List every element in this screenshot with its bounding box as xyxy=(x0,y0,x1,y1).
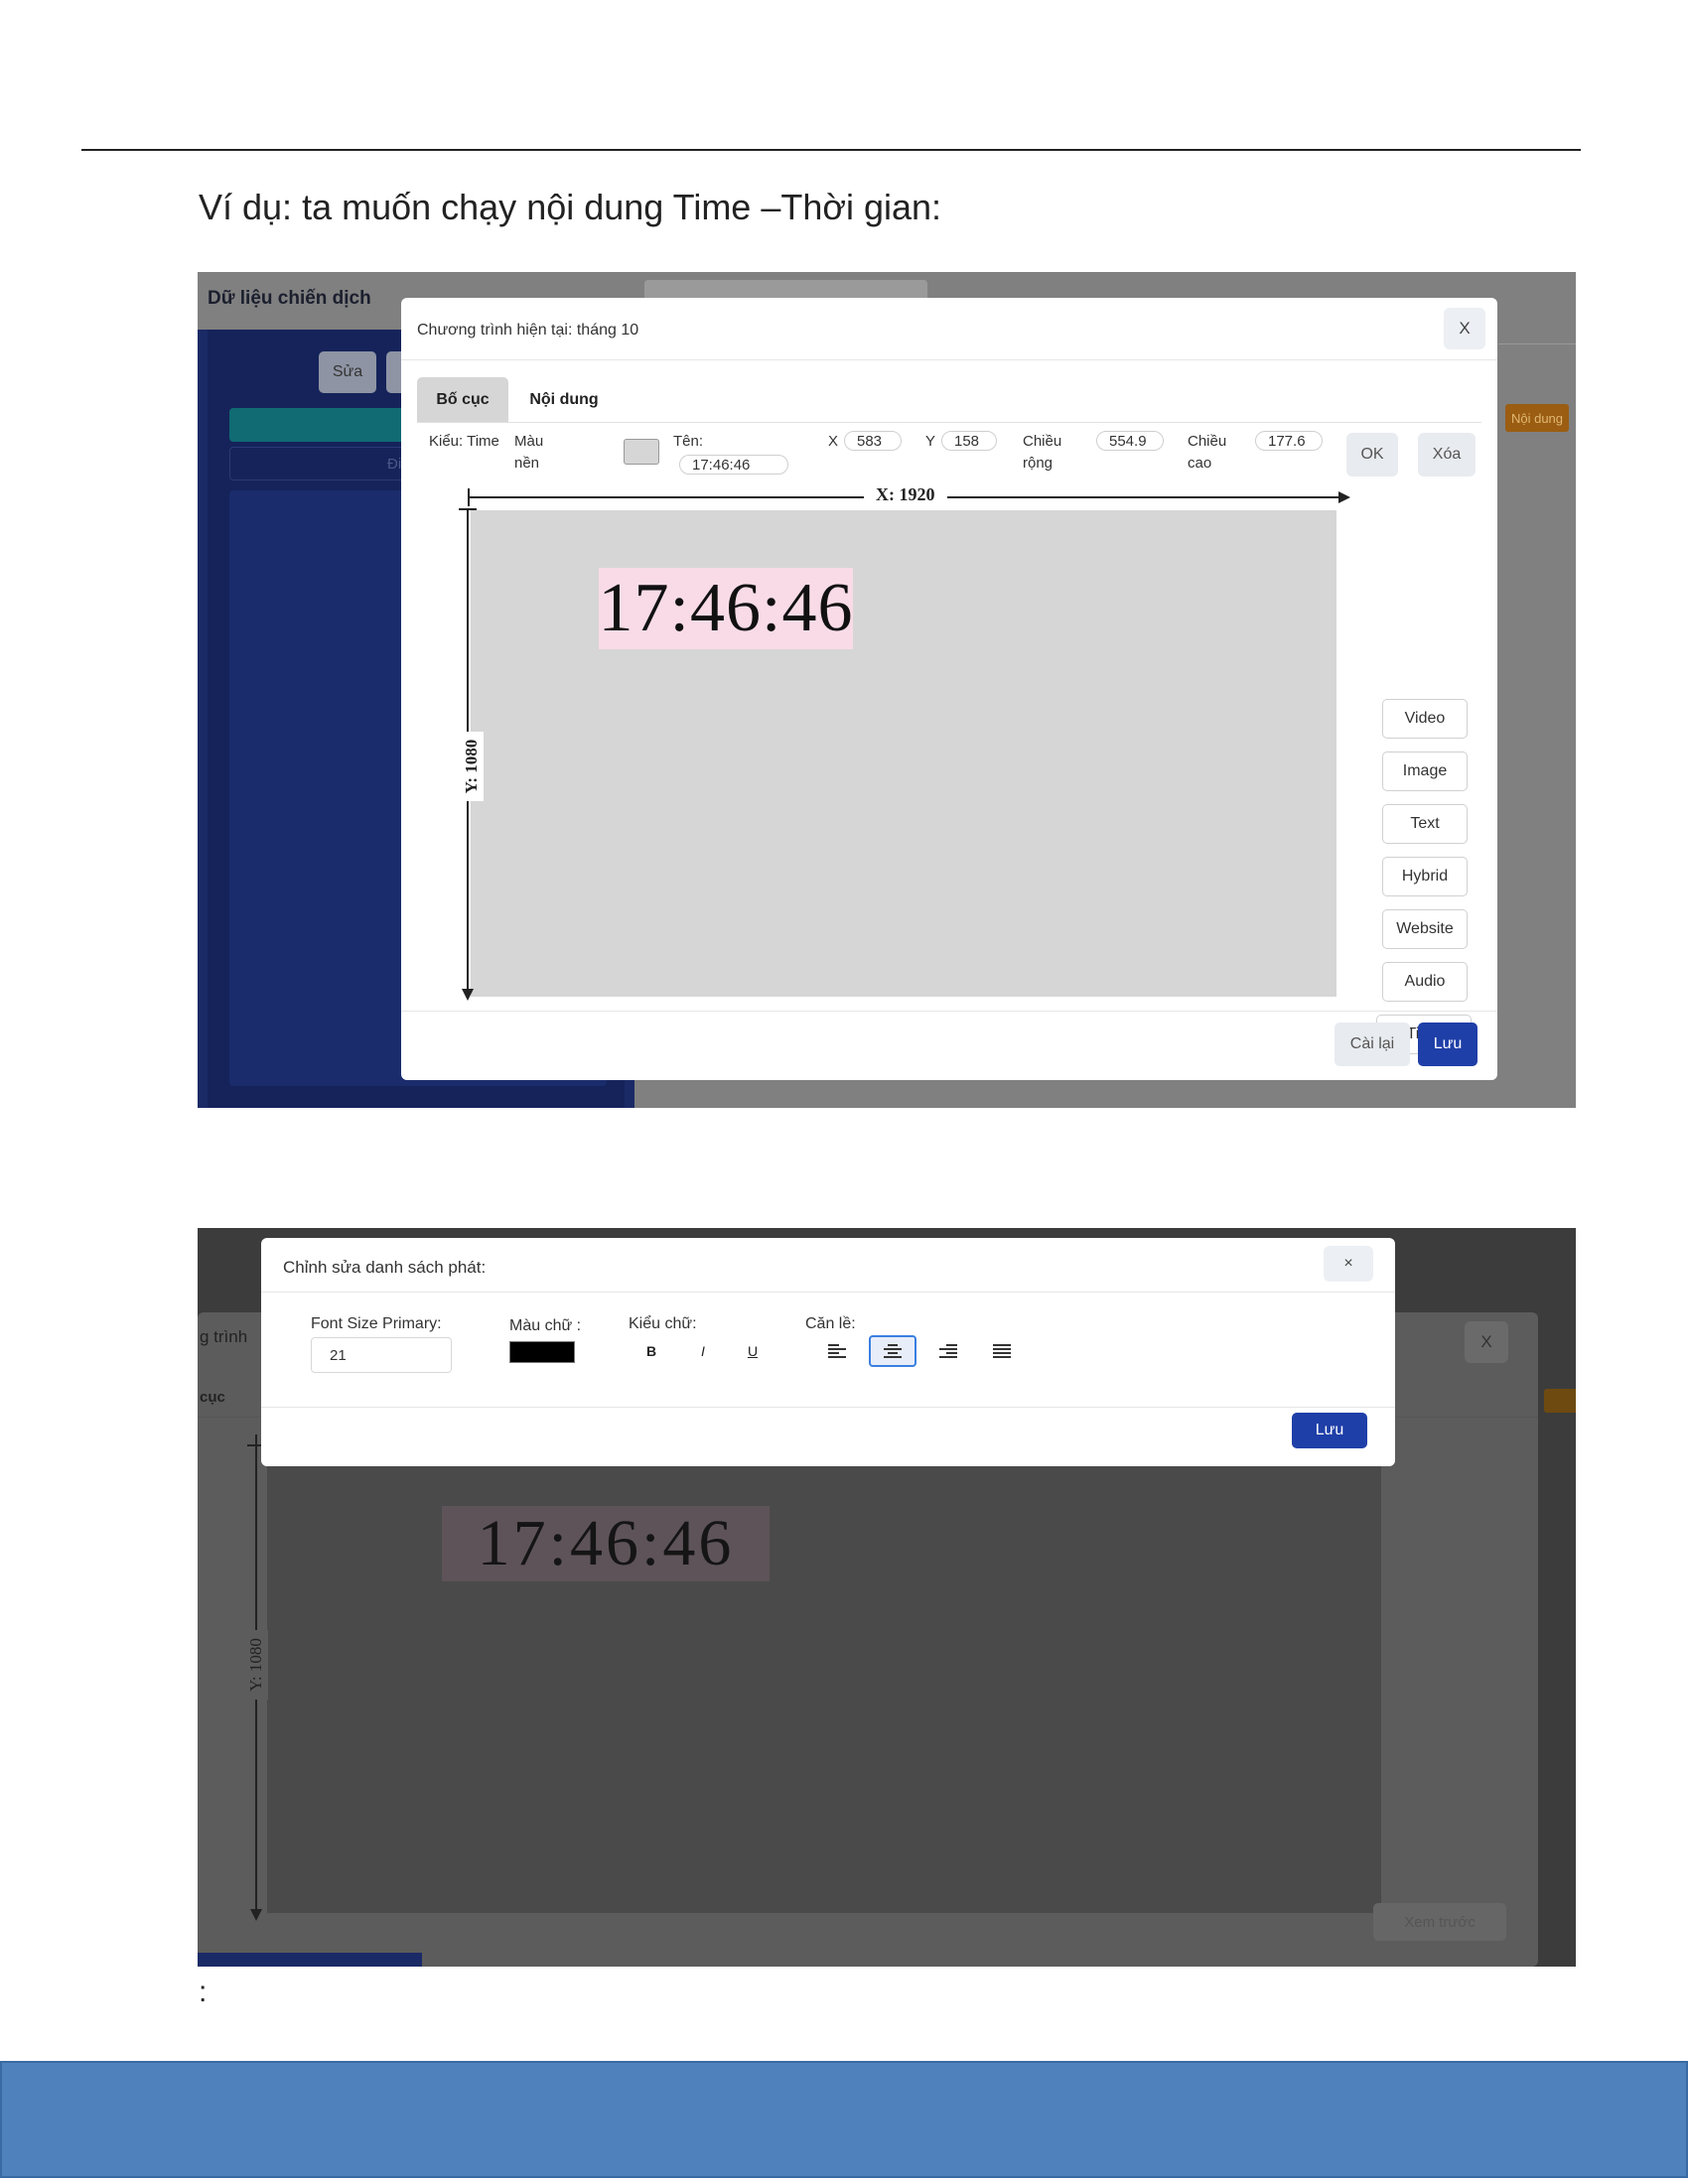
bg-preview-button[interactable]: Xem trước xyxy=(1373,1903,1506,1941)
name-label: Tên: xyxy=(673,433,704,450)
y-label: Y xyxy=(925,433,936,450)
add-hybrid-button[interactable]: Hybrid xyxy=(1382,857,1468,896)
bg-time-element: 17:46:46 xyxy=(442,1506,770,1581)
modal-title: Chương trình hiện tại: tháng 10 xyxy=(417,322,639,339)
type-label: Kiểu: Time xyxy=(429,433,499,450)
add-image-button[interactable]: Image xyxy=(1382,751,1468,791)
underline-button[interactable]: U xyxy=(738,1337,768,1365)
bg-close-button[interactable]: X xyxy=(1465,1321,1508,1363)
tab-divider xyxy=(417,422,1481,423)
font-style-label: Kiểu chữ: xyxy=(629,1315,697,1332)
bg-list-item-label: Đi xyxy=(387,456,402,473)
close-button[interactable]: × xyxy=(1324,1246,1373,1282)
align-justify-button[interactable] xyxy=(978,1335,1026,1367)
y-axis-arrow xyxy=(462,989,474,1001)
tab-content[interactable]: Nội dung xyxy=(518,377,610,422)
screenshot-playlist-editor: g trình X cục Y: 1080 17:46:46 Xem trước… xyxy=(198,1228,1576,1967)
bg-sidebar-edge xyxy=(198,1953,422,1967)
layout-modal: Chương trình hiện tại: tháng 10 X Bố cục… xyxy=(401,298,1497,1080)
name-input[interactable]: 17:46:46 xyxy=(679,455,788,475)
bg-color-swatch[interactable] xyxy=(624,439,659,465)
bg-color-label-1: Màu xyxy=(514,433,544,450)
bold-button[interactable]: B xyxy=(636,1337,666,1365)
save-button[interactable]: Lưu xyxy=(1418,1023,1477,1066)
width-input[interactable]: 554.9 xyxy=(1096,431,1164,451)
align-left-icon xyxy=(828,1344,846,1358)
align-right-button[interactable] xyxy=(924,1335,972,1367)
align-center-button[interactable] xyxy=(869,1335,916,1367)
font-size-label: Font Size Primary: xyxy=(311,1315,442,1332)
x-label: X xyxy=(828,433,839,450)
modal-header-divider xyxy=(261,1292,1395,1293)
align-right-icon xyxy=(939,1344,957,1358)
width-label-1: Chiều xyxy=(1023,433,1062,450)
width-label-2: rộng xyxy=(1023,455,1054,472)
time-element[interactable]: 17:46:46 xyxy=(599,568,853,649)
bg-y-axis-label: Y: 1080 xyxy=(244,1630,268,1700)
bg-content-badge[interactable]: Nội dung xyxy=(1505,404,1569,432)
ok-button[interactable]: OK xyxy=(1346,433,1398,477)
page-footer-bar xyxy=(0,2061,1688,2178)
y-axis-label: Y: 1080 xyxy=(460,732,484,801)
bg-divider xyxy=(1498,343,1576,344)
bg-badge xyxy=(1544,1389,1576,1413)
align-label: Căn lề: xyxy=(805,1315,856,1332)
height-label-2: cao xyxy=(1188,455,1212,472)
modal-header-divider xyxy=(401,359,1497,360)
height-input[interactable]: 177.6 xyxy=(1255,431,1323,451)
add-video-button[interactable]: Video xyxy=(1382,699,1468,739)
add-audio-button[interactable]: Audio xyxy=(1382,962,1468,1002)
trailing-colon: : xyxy=(199,1976,208,2008)
bg-layout-canvas xyxy=(267,1417,1381,1913)
x-input[interactable]: 583 xyxy=(844,431,902,451)
bg-edit-button[interactable]: Sửa xyxy=(319,351,376,393)
y-input[interactable]: 158 xyxy=(941,431,997,451)
add-website-button[interactable]: Website xyxy=(1382,909,1468,949)
intro-paragraph: Ví dụ: ta muốn chạy nội dung Time –Thời … xyxy=(199,187,942,227)
close-button[interactable]: X xyxy=(1444,308,1485,349)
height-label-1: Chiều xyxy=(1188,433,1227,450)
add-text-button[interactable]: Text xyxy=(1382,804,1468,844)
align-center-icon xyxy=(884,1344,902,1358)
text-color-swatch[interactable] xyxy=(509,1341,575,1363)
bg-y-axis-arrow xyxy=(250,1909,262,1921)
bg-page-title: Dữ liệu chiến dịch xyxy=(208,288,371,309)
italic-button[interactable]: I xyxy=(688,1337,718,1365)
bg-tab-layout[interactable]: cục xyxy=(200,1389,225,1406)
modal-title: Chỉnh sửa danh sách phát: xyxy=(283,1258,487,1277)
bg-color-label-2: nền xyxy=(514,455,540,472)
tab-layout[interactable]: Bố cục xyxy=(417,377,508,422)
text-color-label: Màu chữ : xyxy=(509,1317,582,1334)
modal-footer-divider xyxy=(401,1011,1497,1012)
save-button[interactable]: Lưu xyxy=(1292,1413,1367,1448)
header-rule xyxy=(81,149,1581,151)
align-justify-icon xyxy=(993,1344,1011,1358)
playlist-edit-modal: Chỉnh sửa danh sách phát: × Font Size Pr… xyxy=(261,1238,1395,1466)
align-left-button[interactable] xyxy=(813,1335,861,1367)
font-size-input[interactable]: 21 xyxy=(311,1337,452,1373)
reset-button[interactable]: Cài lại xyxy=(1335,1023,1410,1066)
modal-footer-divider xyxy=(261,1407,1395,1408)
screenshot-layout-editor: Dữ liệu chiến dịch Sửa Đi Nội dung Chươn… xyxy=(198,272,1576,1108)
x-axis-label: X: 1920 xyxy=(864,484,947,505)
x-axis-arrow xyxy=(1338,491,1350,503)
bg-modal-title: g trình xyxy=(200,1327,248,1346)
delete-button[interactable]: Xóa xyxy=(1418,433,1476,477)
